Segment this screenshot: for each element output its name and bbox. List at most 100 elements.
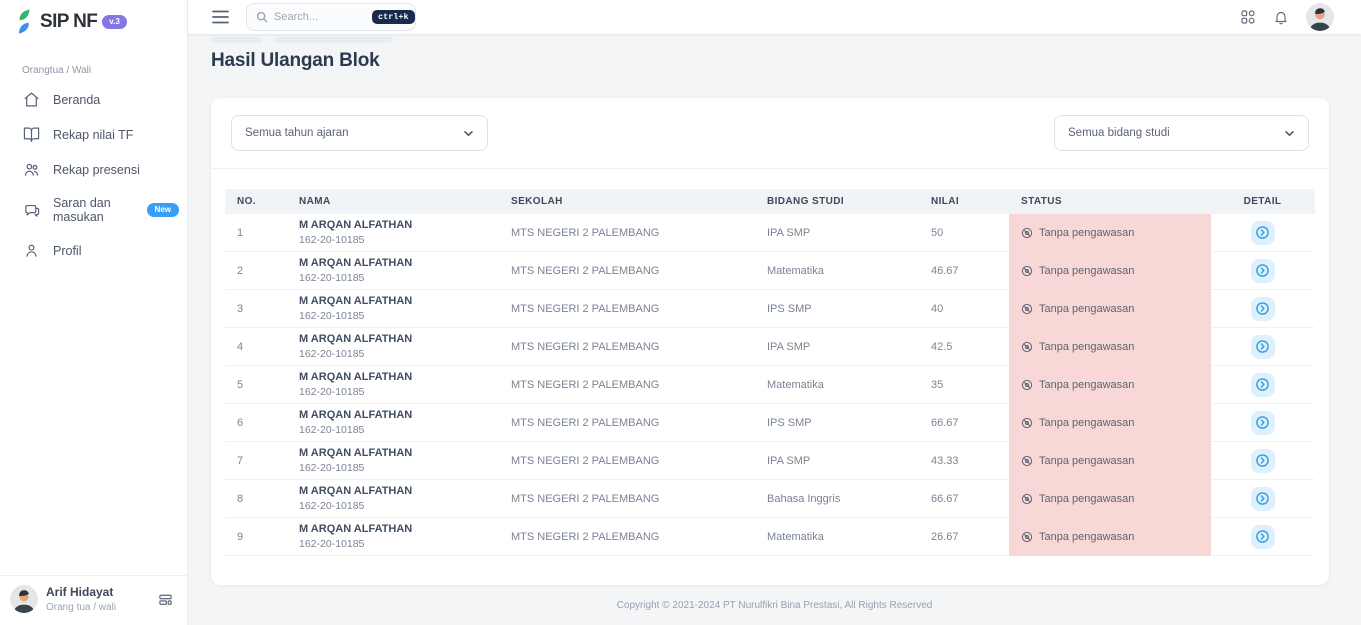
- status-text: Tanpa pengawasan: [1039, 531, 1134, 543]
- skeleton-bar: [211, 37, 263, 43]
- student-name: M ARQAN ALFATHAN: [299, 447, 412, 460]
- topbar-icons: [1240, 3, 1334, 31]
- logo-text: SIP NF: [40, 11, 97, 33]
- cell-nilai: 42.5: [919, 328, 1009, 366]
- cell-nilai: 35: [919, 366, 1009, 404]
- no-supervision-icon: [1021, 303, 1033, 315]
- cell-no: 7: [225, 442, 287, 480]
- student-id: 162-20-10185: [299, 500, 364, 512]
- logo-icon: [16, 9, 36, 34]
- circle-chevron-right-icon: [1255, 491, 1270, 506]
- student-name: M ARQAN ALFATHAN: [299, 257, 412, 270]
- detail-button[interactable]: [1251, 335, 1275, 359]
- detail-button[interactable]: [1251, 411, 1275, 435]
- sidebar-spacer: [0, 268, 187, 575]
- bidang-studi-select[interactable]: Semua bidang studi: [1054, 115, 1309, 151]
- cell-status: Tanpa pengawasan: [1009, 366, 1211, 404]
- cell-sekolah: MTS NEGERI 2 PALEMBANG: [499, 480, 755, 518]
- no-supervision-icon: [1021, 455, 1033, 467]
- sidebar-item-rekap-presensi[interactable]: Rekap presensi: [0, 152, 187, 187]
- cell-detail: [1211, 214, 1314, 252]
- profile-avatar[interactable]: [1306, 3, 1334, 31]
- cell-nilai: 66.67: [919, 404, 1009, 442]
- cell-sekolah: MTS NEGERI 2 PALEMBANG: [499, 252, 755, 290]
- cell-nama: M ARQAN ALFATHAN 162-20-10185: [287, 366, 499, 404]
- detail-button[interactable]: [1251, 487, 1275, 511]
- tahun-ajaran-value: Semua tahun ajaran: [245, 127, 349, 139]
- main-column: ctrl+k: [188, 0, 1361, 625]
- cell-detail: [1211, 290, 1314, 328]
- sidebar-item-label: Saran dan masukan: [53, 196, 125, 224]
- footer: Copyright © 2021-2024 PT Nurulfikri Bina…: [188, 585, 1361, 625]
- detail-button[interactable]: [1251, 373, 1275, 397]
- user-avatar: [10, 585, 38, 613]
- circle-chevron-right-icon: [1255, 529, 1270, 544]
- cell-detail: [1211, 366, 1314, 404]
- cell-detail: [1211, 404, 1314, 442]
- notifications-bell-icon[interactable]: [1273, 9, 1289, 26]
- sidebar: SIP NF v.3 Orangtua / Wali Beranda Rekap…: [0, 0, 188, 625]
- cell-sekolah: MTS NEGERI 2 PALEMBANG: [499, 290, 755, 328]
- cell-status: Tanpa pengawasan: [1009, 252, 1211, 290]
- cell-sekolah: MTS NEGERI 2 PALEMBANG: [499, 214, 755, 252]
- sidebar-nav: Beranda Rekap nilai TF Rekap presensi Sa…: [0, 82, 187, 268]
- page-title: Hasil Ulangan Blok: [211, 50, 1329, 72]
- bidang-studi-value: Semua bidang studi: [1068, 127, 1170, 139]
- no-supervision-icon: [1021, 227, 1033, 239]
- cell-detail: [1211, 518, 1314, 556]
- student-name: M ARQAN ALFATHAN: [299, 523, 412, 536]
- tahun-ajaran-select[interactable]: Semua tahun ajaran: [231, 115, 488, 151]
- apps-icon[interactable]: [1240, 9, 1256, 25]
- no-supervision-icon: [1021, 379, 1033, 391]
- table-body: 1 M ARQAN ALFATHAN 162-20-10185 MTS NEGE…: [225, 214, 1315, 556]
- cell-sekolah: MTS NEGERI 2 PALEMBANG: [499, 328, 755, 366]
- sidebar-item-rekap-nilai-tf[interactable]: Rekap nilai TF: [0, 117, 187, 152]
- cell-no: 5: [225, 366, 287, 404]
- detail-button[interactable]: [1251, 297, 1275, 321]
- status-text: Tanpa pengawasan: [1039, 265, 1134, 277]
- version-badge: v.3: [102, 15, 127, 29]
- status-text: Tanpa pengawasan: [1039, 227, 1134, 239]
- detail-button[interactable]: [1251, 525, 1275, 549]
- logo[interactable]: SIP NF v.3: [0, 0, 187, 38]
- student-id: 162-20-10185: [299, 424, 364, 436]
- cell-sekolah: MTS NEGERI 2 PALEMBANG: [499, 404, 755, 442]
- table-row: 5 M ARQAN ALFATHAN 162-20-10185 MTS NEGE…: [225, 366, 1315, 404]
- cell-sekolah: MTS NEGERI 2 PALEMBANG: [499, 518, 755, 556]
- circle-chevron-right-icon: [1255, 339, 1270, 354]
- circle-chevron-right-icon: [1255, 453, 1270, 468]
- cell-detail: [1211, 442, 1314, 480]
- hamburger-menu-icon[interactable]: [212, 10, 229, 24]
- copyright-text: Copyright © 2021-2024 PT Nurulfikri Bina…: [617, 600, 933, 611]
- sidebar-item-profil[interactable]: Profil: [0, 233, 187, 268]
- cell-bidang-studi: Bahasa Inggris: [755, 480, 919, 518]
- search-shortcut-badge: ctrl+k: [372, 10, 415, 25]
- circle-chevron-right-icon: [1255, 377, 1270, 392]
- search-box[interactable]: ctrl+k: [246, 3, 416, 31]
- cell-bidang-studi: Matematika: [755, 518, 919, 556]
- detail-button[interactable]: [1251, 259, 1275, 283]
- cell-bidang-studi: Matematika: [755, 366, 919, 404]
- user-name: Arif Hidayat: [46, 585, 116, 599]
- cell-status: Tanpa pengawasan: [1009, 442, 1211, 480]
- sidebar-item-saran-dan-masukan[interactable]: Saran dan masukan New: [0, 187, 187, 233]
- cell-nama: M ARQAN ALFATHAN 162-20-10185: [287, 252, 499, 290]
- search-input[interactable]: [274, 11, 366, 23]
- column-header-status: STATUS: [1009, 189, 1211, 214]
- student-id: 162-20-10185: [299, 272, 364, 284]
- student-name: M ARQAN ALFATHAN: [299, 333, 412, 346]
- detail-button[interactable]: [1251, 221, 1275, 245]
- search-icon: [256, 11, 268, 23]
- status-text: Tanpa pengawasan: [1039, 303, 1134, 315]
- sidebar-item-beranda[interactable]: Beranda: [0, 82, 187, 117]
- cell-detail: [1211, 252, 1314, 290]
- user-menu-icon[interactable]: [158, 592, 173, 607]
- circle-chevron-right-icon: [1255, 301, 1270, 316]
- cell-nilai: 46.67: [919, 252, 1009, 290]
- column-header-bidang-studi: BIDANG STUDI: [755, 189, 919, 214]
- sidebar-user-block[interactable]: Arif Hidayat Orang tua / wali: [0, 575, 187, 625]
- breadcrumb-skeleton: [211, 37, 1329, 44]
- detail-button[interactable]: [1251, 449, 1275, 473]
- cell-detail: [1211, 328, 1314, 366]
- cell-nilai: 40: [919, 290, 1009, 328]
